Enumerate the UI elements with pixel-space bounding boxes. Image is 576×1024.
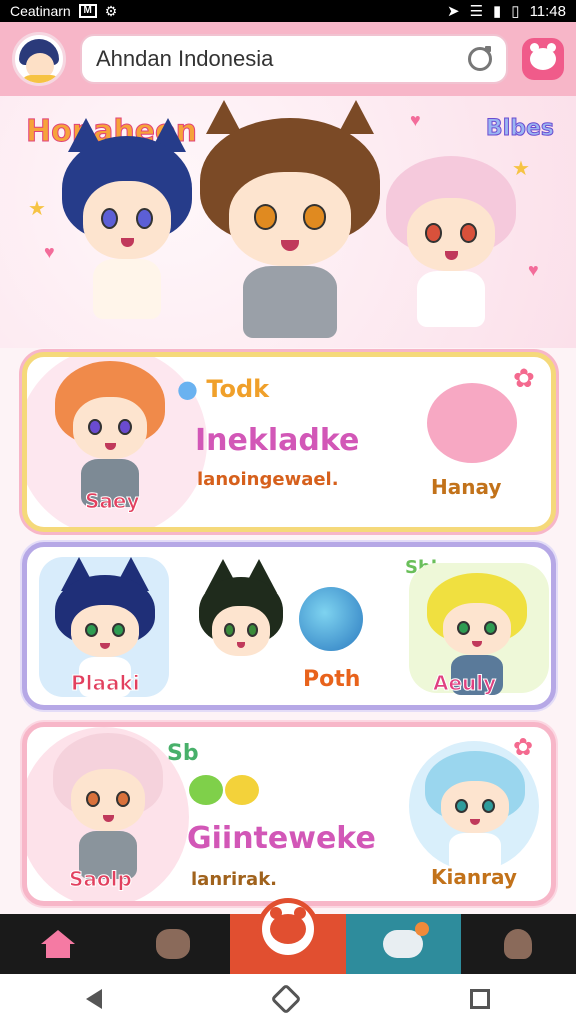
tab-character[interactable] xyxy=(115,914,230,974)
feature-card-1[interactable]: Saey ● Todk Inekladke lanoingewael. ✿ Ha… xyxy=(22,352,556,532)
bear-profile-button[interactable] xyxy=(522,38,564,80)
bear-icon xyxy=(530,43,556,70)
globe-icon xyxy=(299,587,363,651)
character-name: Kianray xyxy=(431,865,517,889)
carrier-label: Ceatinarn xyxy=(10,3,71,19)
feature-card-2[interactable]: Plaaki Poth Sbks Aeuly xyxy=(22,542,556,710)
character-name: Aeuly xyxy=(432,671,497,696)
flower-icon: ✿ xyxy=(513,363,535,393)
search-bar[interactable] xyxy=(80,34,508,84)
hero-banner[interactable]: Honaheon Blbes ♥ ★ ♥ ★ ♥ xyxy=(0,96,576,348)
bottom-tab-bar xyxy=(0,898,576,974)
card-tag-label: Sb xyxy=(167,741,199,766)
main-bear-button[interactable] xyxy=(257,898,319,960)
card-headline: Inekladke xyxy=(195,423,360,458)
character-light-blue-hair xyxy=(425,751,525,873)
tab-home[interactable] xyxy=(0,914,115,974)
card-subtitle: lanrirak. xyxy=(191,869,278,890)
status-bar: Ceatinarn M ⚙ ➤ ☰ ▮ ▯ 11:48 xyxy=(0,0,576,22)
character-name: Saey xyxy=(85,489,141,514)
signal-icon: ▮ xyxy=(493,3,502,20)
character-name: Saolp xyxy=(69,867,133,892)
character-light-pink-hair xyxy=(53,733,163,880)
heart-icon: ♥ xyxy=(410,110,421,130)
home-icon xyxy=(40,930,75,958)
card-tag: ● Todk xyxy=(177,375,269,403)
flower-icon: ✿ xyxy=(513,734,534,761)
heart-icon: ♥ xyxy=(44,242,55,262)
character-name: Hanay xyxy=(431,475,502,499)
character-blonde-hair xyxy=(427,573,527,695)
tab-profile[interactable] xyxy=(461,914,576,974)
tab-main[interactable] xyxy=(230,898,346,974)
character-name: Plaaki xyxy=(71,671,141,696)
tab-chat[interactable] xyxy=(345,914,461,974)
notification-icon: ⚙ xyxy=(104,2,118,19)
back-icon[interactable] xyxy=(86,989,103,1009)
heart-icon: ♥ xyxy=(528,260,539,280)
card-headline: Giinteweke xyxy=(187,821,376,856)
character-blue-hair xyxy=(62,136,192,319)
wifi-icon: ☰ xyxy=(469,3,484,20)
recent-apps-icon[interactable] xyxy=(469,989,490,1009)
feature-card-3[interactable]: Saolp Sb Giinteweke lanrirak. ✿ Kianray xyxy=(22,722,556,906)
bear-icon xyxy=(270,907,306,944)
card-tag-label: Todk xyxy=(206,375,270,403)
app-header xyxy=(0,22,576,96)
home-nav-icon[interactable] xyxy=(270,983,302,1015)
refresh-icon[interactable] xyxy=(468,46,492,71)
character-name: Poth xyxy=(303,667,361,692)
chat-icon xyxy=(383,922,430,958)
character-dark-hair xyxy=(199,577,283,695)
pink-blob-character xyxy=(427,383,517,463)
hero-badge: Blbes xyxy=(485,116,554,142)
character-brown-hair xyxy=(200,118,380,338)
person-icon xyxy=(504,929,533,959)
system-nav-bar xyxy=(0,974,576,1024)
chat-bubble-icon: ● xyxy=(177,375,198,403)
character-orange-hair xyxy=(55,361,165,508)
user-avatar[interactable] xyxy=(12,32,66,86)
yellow-blob-icon xyxy=(225,775,259,805)
card-subtitle: lanoingewael. xyxy=(197,469,339,490)
mail-icon: M xyxy=(78,4,97,18)
search-input[interactable] xyxy=(96,46,468,72)
green-blob-icon xyxy=(189,775,223,805)
character-pink-hair xyxy=(386,156,516,327)
star-icon: ★ xyxy=(28,198,46,220)
battery-icon: ▯ xyxy=(511,3,520,20)
character-navy-hair xyxy=(55,575,155,697)
bear-face-icon xyxy=(155,929,190,959)
clock: 11:48 xyxy=(529,2,566,20)
location-icon: ➤ xyxy=(447,3,460,20)
